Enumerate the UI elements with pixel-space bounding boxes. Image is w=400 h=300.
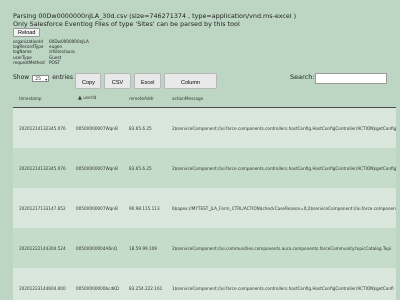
events-table-container: timestamp ▲ userId remoteAddr actionMess… xyxy=(13,89,396,300)
cell-timestamp: 20201223144604.000 xyxy=(13,268,70,300)
table-row[interactable]: 20201214132345.076 0050X000007WqnB 83.65… xyxy=(13,148,396,188)
column-header-remoteaddr[interactable]: remoteAddr xyxy=(123,89,166,108)
cell-timestamp: 20201222144304.524 xyxy=(13,228,70,268)
column-header-userid[interactable]: ▲ userId xyxy=(70,89,123,108)
cell-actionmessage: 2$serviceComponent://ui.force.components… xyxy=(166,107,396,148)
cell-remoteaddr: 90.98.115.113 xyxy=(123,188,166,228)
cell-timestamp: 20201217133147.652 xyxy=(13,188,70,228)
column-header-actionmessage[interactable]: actionMessage xyxy=(166,89,396,108)
cell-actionmessage: 1$serviceComponent://ui.force.components… xyxy=(166,268,396,300)
cell-userid: 0050X000007WqnB xyxy=(70,188,123,228)
entries-value: 25 xyxy=(35,76,41,82)
search-label: Search: xyxy=(290,73,315,81)
table-header-row: timestamp ▲ userId remoteAddr actionMess… xyxy=(13,89,396,108)
table-row[interactable]: 20201222144304.524 0050X000004A6nQ 18.59… xyxy=(13,228,396,268)
log-metadata: organizationId 00Dw0000000nJLA logRecordT… xyxy=(13,39,89,65)
show-label: Show xyxy=(13,74,30,81)
cell-userid: 0050X000007WqnB xyxy=(70,107,123,148)
cell-userid: 0050X000007WqnB xyxy=(70,148,123,188)
entries-label: entries xyxy=(52,74,74,81)
csv-button[interactable]: CSV xyxy=(104,73,131,89)
meta-row: requestMethod POST xyxy=(13,60,89,65)
cell-actionmessage: 6$apex://MYTEST_JLA_Form_CTRL/ACTION$che… xyxy=(166,188,396,228)
table-row[interactable]: 20201214132345.076 0050X000007WqnB 83.65… xyxy=(13,107,396,148)
subtitle-line: Only Salesforce Eventlog Files of type '… xyxy=(13,20,240,28)
chevron-down-icon: ▾ xyxy=(45,76,48,82)
cell-timestamp: 20201214132345.076 xyxy=(13,107,70,148)
cell-remoteaddr: 83.65.6.25 xyxy=(123,148,166,188)
column-header-label: remoteAddr xyxy=(129,95,154,101)
meta-value: POST xyxy=(49,59,61,65)
excel-button[interactable]: Excel xyxy=(134,73,161,89)
status-line: Parsing 00Dw0000000nJLA_30d.csv (size=74… xyxy=(13,12,297,20)
table-row[interactable]: 20201217133147.652 0050X000007WqnB 90.98… xyxy=(13,188,396,228)
column-header-timestamp[interactable]: timestamp xyxy=(13,89,70,108)
copy-button[interactable]: Copy xyxy=(75,73,101,89)
entries-select[interactable]: 25 ▾ xyxy=(32,74,50,82)
cell-remoteaddr: 83.65.6.25 xyxy=(123,107,166,148)
meta-key: requestMethod xyxy=(13,59,45,65)
cell-timestamp: 20201214132345.076 xyxy=(13,148,70,188)
page-length-control: Show 25 ▾ entries xyxy=(13,74,73,82)
cell-remoteaddr: 83.254.222.161 xyxy=(123,268,166,300)
reload-button[interactable]: Reload xyxy=(13,28,41,37)
cell-actionmessage: 2$serviceComponent://ui.communities.comp… xyxy=(166,228,396,268)
cell-actionmessage: 2$serviceComponent://ui.force.components… xyxy=(166,148,396,188)
cell-userid: 0050X000000bcdKD xyxy=(70,268,123,300)
column-header-label: timestamp xyxy=(19,95,42,101)
table-row[interactable]: 20201223144604.000 0050X000000bcdKD 83.2… xyxy=(13,268,396,300)
cell-remoteaddr: 18.59.99.109 xyxy=(123,228,166,268)
column-header-label: actionMessage xyxy=(172,95,204,101)
column-header-label: userId xyxy=(83,95,97,100)
events-table: timestamp ▲ userId remoteAddr actionMess… xyxy=(13,89,396,300)
column-visibility-button[interactable]: Column visibility xyxy=(164,73,217,102)
cell-userid: 0050X000004A6nQ xyxy=(70,228,123,268)
search-input[interactable] xyxy=(315,73,387,84)
sort-asc-icon: ▲ xyxy=(78,95,82,101)
